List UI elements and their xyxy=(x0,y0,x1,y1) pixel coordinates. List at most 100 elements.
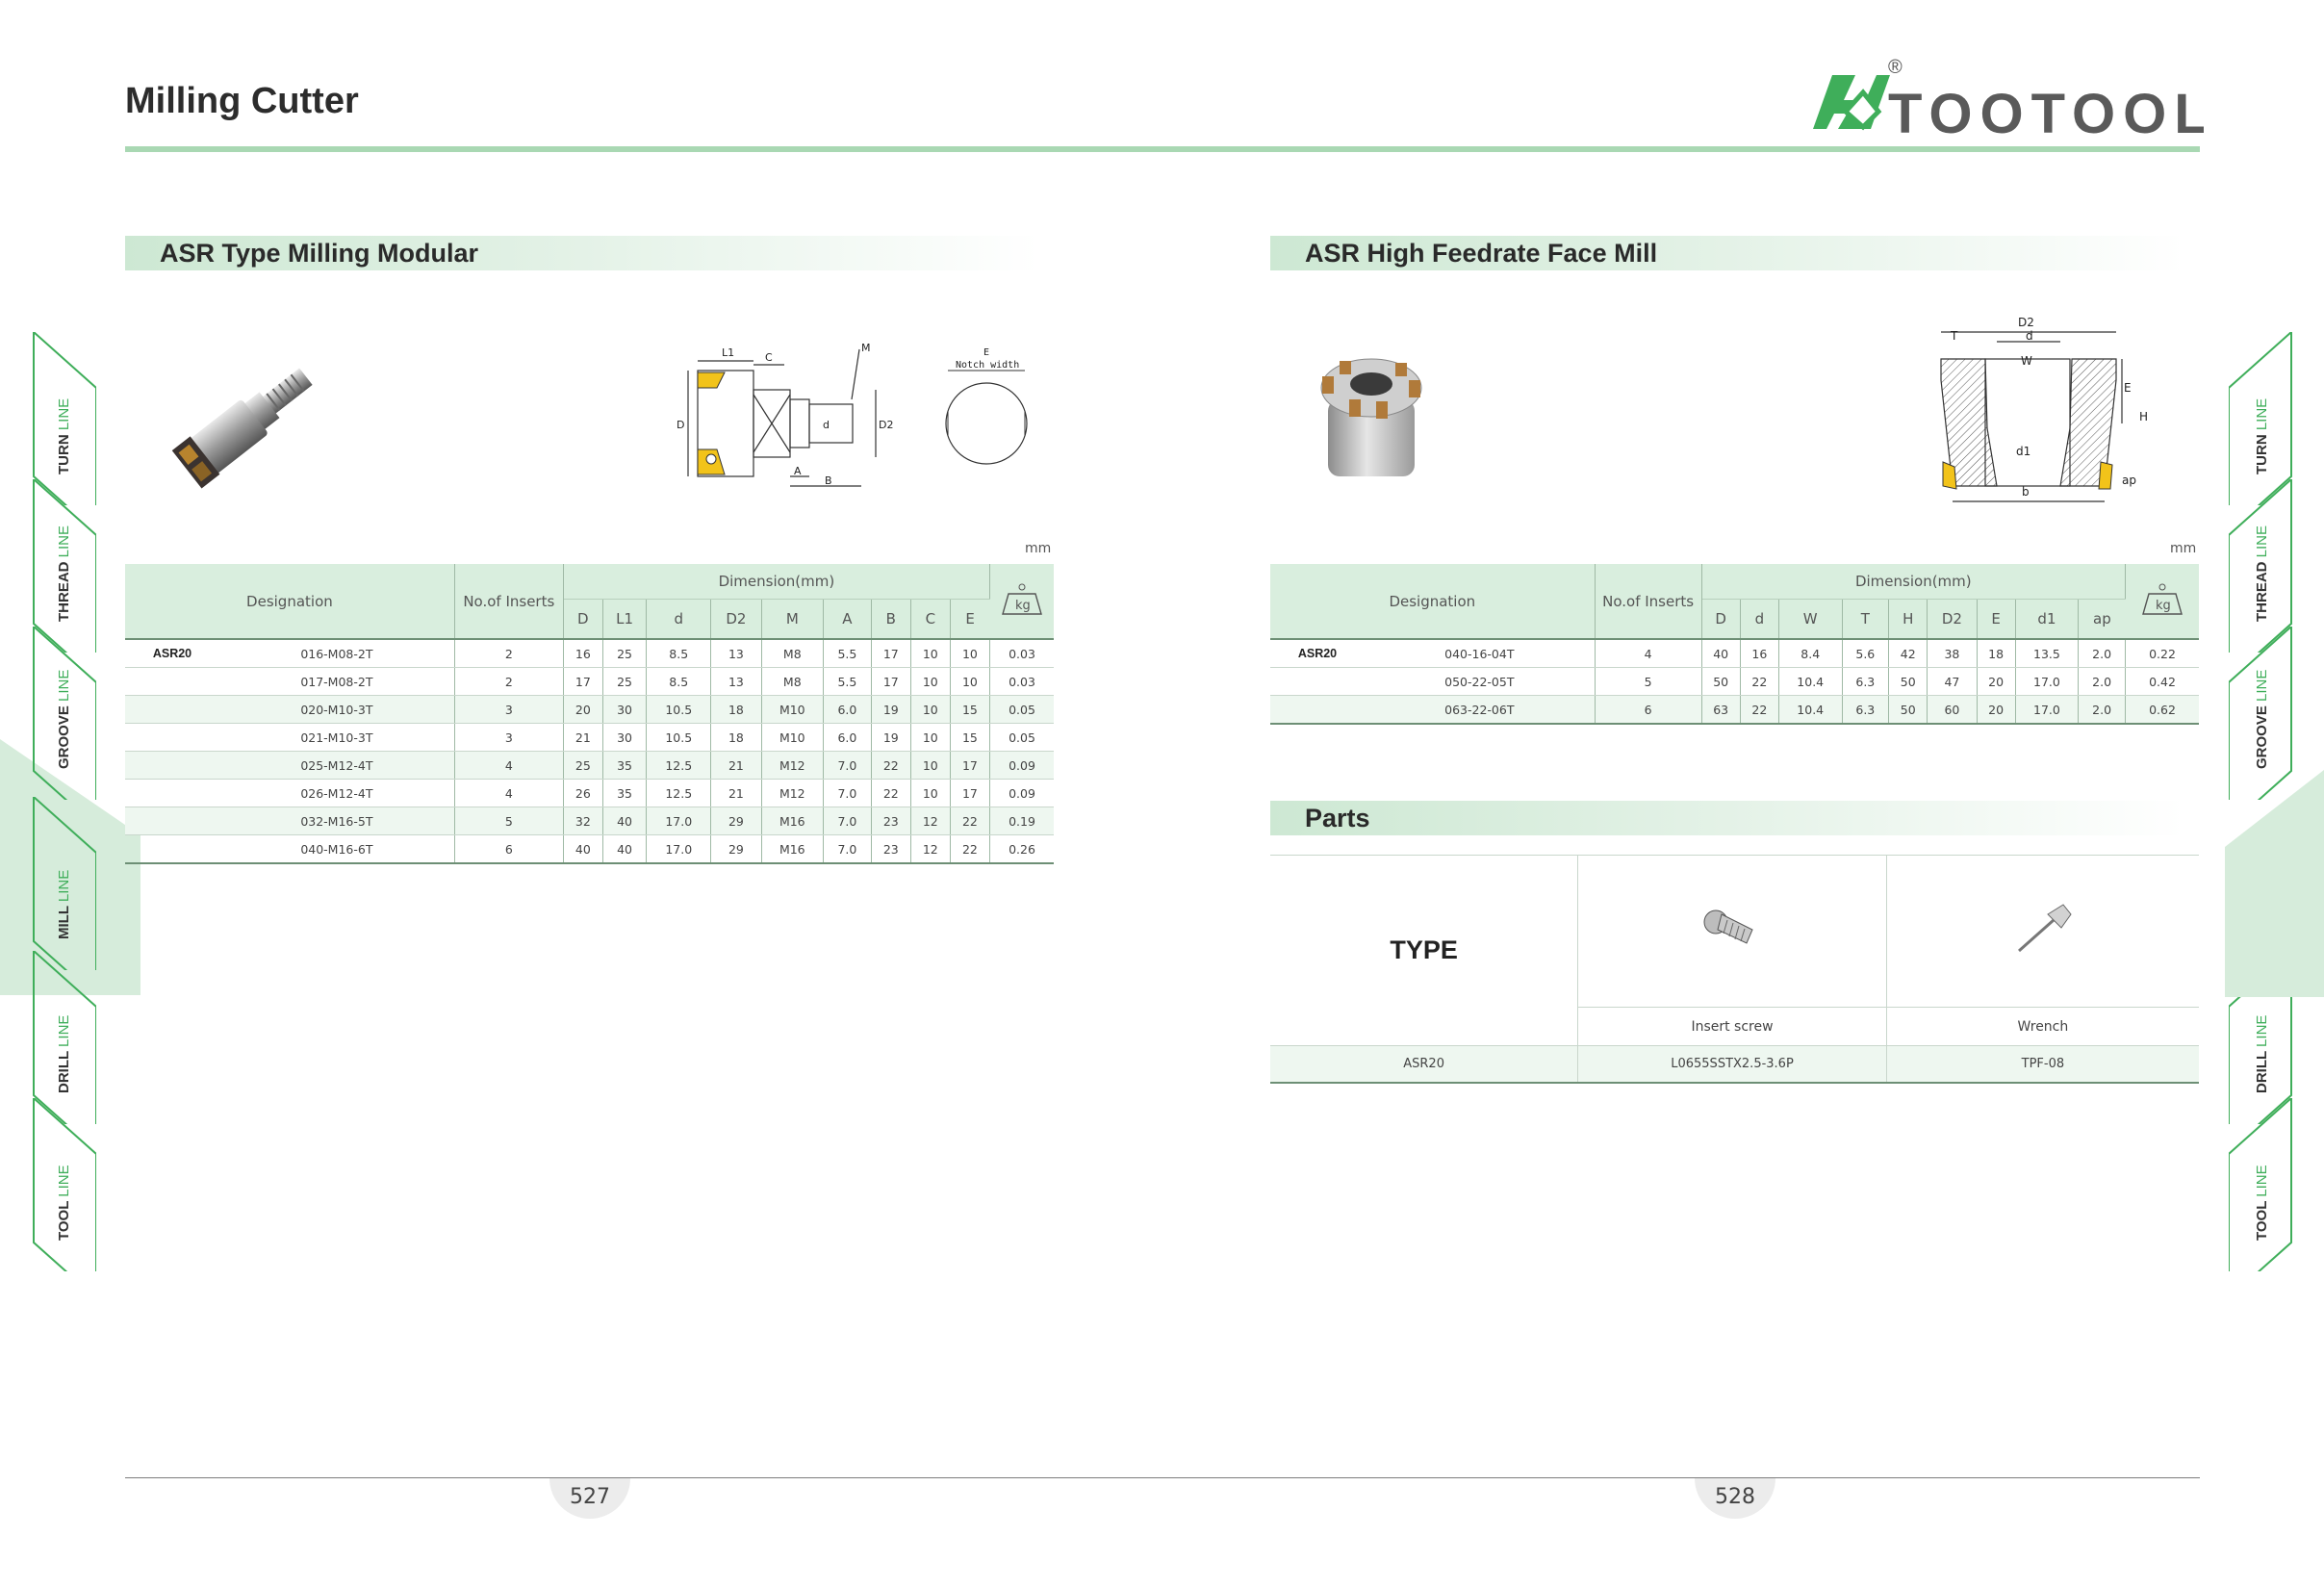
cell-kg: 0.22 xyxy=(2125,638,2199,668)
cell-val: 10 xyxy=(910,695,951,724)
cell-val: 2.0 xyxy=(2078,667,2126,696)
cell-kg: 0.05 xyxy=(989,695,1054,724)
svg-text:kg: kg xyxy=(1015,599,1031,613)
cell-kg: 0.26 xyxy=(989,834,1054,864)
side-tab-label: DRILL LINE xyxy=(2254,1014,2270,1093)
side-tab-label: TURN LINE xyxy=(2254,397,2270,474)
parts-table: TYPE Insert screw Wrench ASR20 L0655SSTX… xyxy=(1270,855,2199,1084)
cell-val: 10 xyxy=(910,779,951,807)
cell-n: 6 xyxy=(454,834,564,864)
col-E: E xyxy=(950,599,990,640)
dim-label-ap: ap xyxy=(2122,474,2136,487)
dim-label-d: d xyxy=(823,419,830,431)
cell-val: 10 xyxy=(910,723,951,752)
col-H: H xyxy=(1888,599,1928,640)
weight-icon: kg xyxy=(989,564,1054,640)
cell-val: M16 xyxy=(761,834,825,864)
cell-val: 12.5 xyxy=(646,751,712,780)
side-tab-label: THREAD LINE xyxy=(56,525,72,622)
cell-val: 22 xyxy=(1740,667,1779,696)
parts-row-screw: L0655SSTX2.5-3.6P xyxy=(1577,1045,1887,1084)
cell-val: 13 xyxy=(710,667,762,696)
modular-dimension-drawing: L1 C M D d D2 A B xyxy=(677,342,893,487)
cell-code: 021-M10-3T xyxy=(219,723,455,752)
cell-val: 7.0 xyxy=(823,807,872,835)
table-row: ASR20 040-16-04T 4 40 16 8.4 5.6 42 38 18 13.5 2.0 0… xyxy=(1270,638,2199,668)
side-tab-turn[interactable]: TURN LINE xyxy=(2229,332,2292,505)
cell-val: 17.0 xyxy=(646,834,712,864)
section-title-parts: Parts xyxy=(1305,804,1370,832)
dim-label-M: M xyxy=(861,342,871,354)
cell-val: 35 xyxy=(602,751,648,780)
section-bar-face-mill: ASR High Feedrate Face Mill xyxy=(1270,236,2184,270)
cell-val: 19 xyxy=(871,695,911,724)
series-cell xyxy=(125,834,219,864)
cell-val: 10.5 xyxy=(646,695,712,724)
cell-kg: 0.05 xyxy=(989,723,1054,752)
cell-val: 23 xyxy=(871,834,911,864)
col-D2: D2 xyxy=(1927,599,1978,640)
dim-label-D: D xyxy=(677,419,684,431)
cell-n: 2 xyxy=(454,667,564,696)
col-d: d xyxy=(1740,599,1779,640)
cell-val: 7.0 xyxy=(823,751,872,780)
brand-logo: TOOTOOL ® xyxy=(1813,57,2204,141)
cell-val: 17 xyxy=(871,667,911,696)
cell-val: 21 xyxy=(710,751,762,780)
cell-val: 40 xyxy=(1701,638,1741,668)
dim-label-d1: d1 xyxy=(2016,445,2030,458)
side-tab-turn[interactable]: TURN LINE xyxy=(33,332,96,505)
cell-val: 10 xyxy=(910,667,951,696)
cell-val: 47 xyxy=(1927,667,1978,696)
modular-cutter-photo xyxy=(171,368,313,489)
insert-screw-image xyxy=(1577,855,1887,1008)
side-tab-groove[interactable]: GROOVE LINE xyxy=(33,627,96,800)
cell-val: 2.0 xyxy=(2078,695,2126,725)
cell-val: 8.5 xyxy=(646,667,712,696)
cell-val: 25 xyxy=(602,638,648,668)
side-tab-mill[interactable]: MILL LINE xyxy=(33,797,96,970)
cell-kg: 0.19 xyxy=(989,807,1054,835)
cell-val: 18 xyxy=(710,695,762,724)
cell-val: 40 xyxy=(602,807,648,835)
section-bar-modular: ASR Type Milling Modular xyxy=(125,236,1039,270)
table-row: 025-M12-4T 4 25 35 12.5 21 M12 7.0 22 10 17 0.09 xyxy=(125,751,1054,780)
cell-code: 063-22-06T xyxy=(1365,695,1596,725)
side-tab-label: TURN LINE xyxy=(56,397,72,474)
col-L1: L1 xyxy=(602,599,648,640)
col-D2: D2 xyxy=(710,599,762,640)
wrench-image xyxy=(1885,855,2199,1008)
side-tab-thread[interactable]: THREAD LINE xyxy=(33,479,96,653)
col-D: D xyxy=(563,599,603,640)
dim-label-b: b xyxy=(2022,485,2030,499)
cell-val: 29 xyxy=(710,807,762,835)
cell-val: M12 xyxy=(761,779,825,807)
col-M: M xyxy=(761,599,825,640)
cell-val: 17 xyxy=(871,638,911,668)
svg-text:kg: kg xyxy=(2156,599,2171,613)
cell-val: 26 xyxy=(563,779,603,807)
side-tab-tool[interactable]: TOOL LINE xyxy=(2229,1098,2292,1271)
side-tab-label: THREAD LINE xyxy=(2254,525,2270,622)
col-ap: ap xyxy=(2078,599,2126,640)
side-tab-thread[interactable]: THREAD LINE xyxy=(2229,479,2292,653)
series-cell xyxy=(1270,667,1365,696)
footer-rule xyxy=(125,1477,2200,1478)
cell-code: 050-22-05T xyxy=(1365,667,1596,696)
side-tab-drill[interactable]: DRILL LINE xyxy=(33,951,96,1124)
cell-val: 6.0 xyxy=(823,695,872,724)
cell-kg: 0.42 xyxy=(2125,667,2199,696)
cell-val: 32 xyxy=(563,807,603,835)
screw-icon xyxy=(1703,909,1753,944)
series-cell xyxy=(125,779,219,807)
cell-val: 15 xyxy=(950,723,991,752)
cell-val: 22 xyxy=(1740,695,1779,725)
section-title-modular: ASR Type Milling Modular xyxy=(160,239,479,268)
table-row: 040-M16-6T 6 40 40 17.0 29 M16 7.0 23 12 22 0.26 xyxy=(125,834,1054,864)
cell-val: 10.5 xyxy=(646,723,712,752)
side-tab-tool[interactable]: TOOL LINE xyxy=(33,1098,96,1271)
cell-code: 040-M16-6T xyxy=(219,834,455,864)
side-tab-groove[interactable]: GROOVE LINE xyxy=(2229,627,2292,800)
cell-val: 50 xyxy=(1888,695,1928,725)
cell-kg: 0.09 xyxy=(989,751,1054,780)
